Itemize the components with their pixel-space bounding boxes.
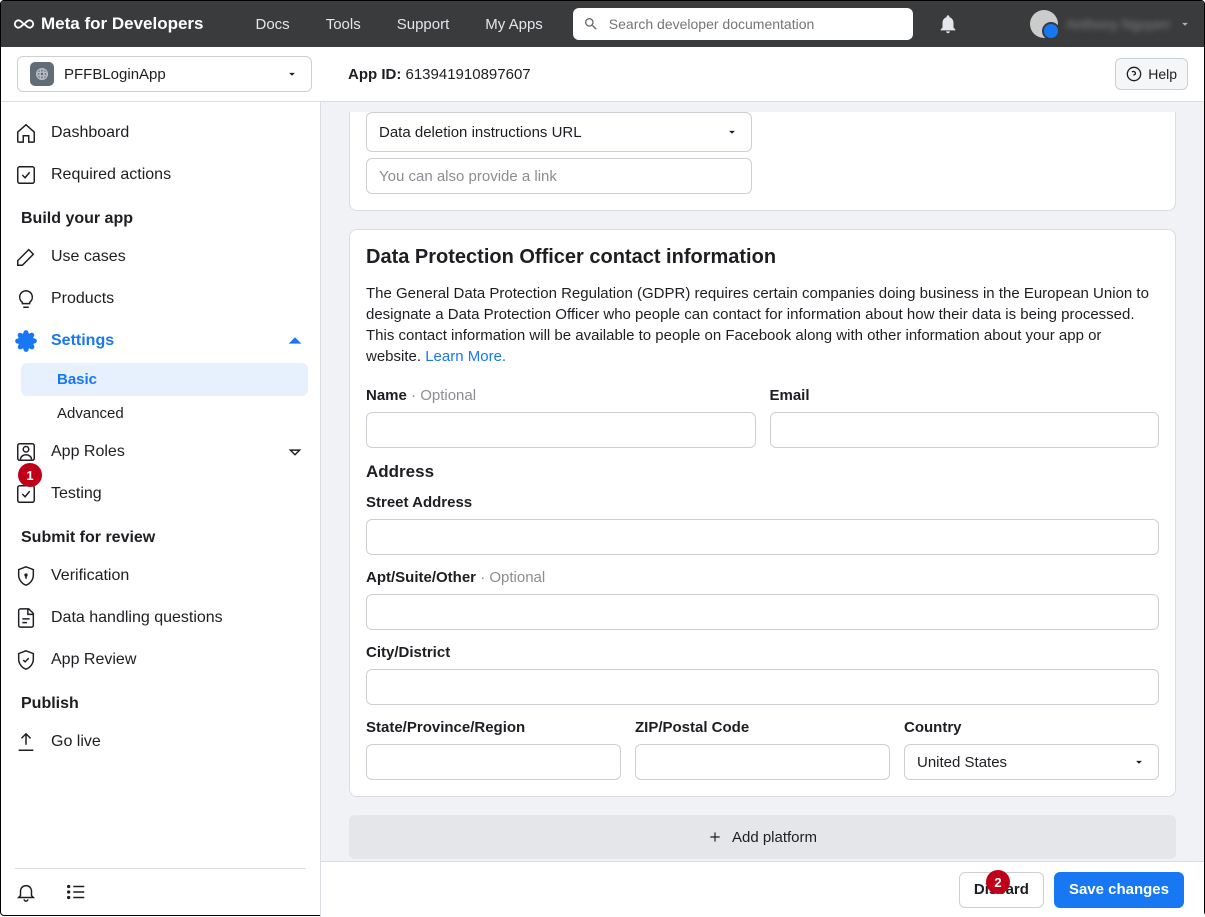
card-data-deletion: Data deletion instructions URL <box>349 112 1176 211</box>
city-label: City/District <box>366 644 1159 661</box>
sidebar-item-required[interactable]: Required actions <box>1 154 320 196</box>
search-icon <box>583 16 599 32</box>
lightbulb-icon <box>15 288 37 310</box>
country-label: Country <box>904 719 1159 736</box>
apt-input[interactable] <box>366 594 1159 630</box>
street-input[interactable] <box>366 519 1159 555</box>
brand-text: Meta for Developers <box>41 14 204 34</box>
app-name: PFFBLoginApp <box>64 66 275 83</box>
meta-infinity-icon <box>13 13 35 35</box>
chevron-down-icon <box>1132 755 1146 769</box>
save-changes-button[interactable]: Save changes <box>1054 872 1184 908</box>
apt-label: Apt/Suite/Other · Optional <box>366 569 1159 586</box>
street-label: Street Address <box>366 494 1159 511</box>
app-id: App ID: 613941910897607 <box>348 66 531 83</box>
sidebar-item-settings[interactable]: Settings <box>1 320 320 362</box>
state-label: State/Province/Region <box>366 719 621 736</box>
users-icon <box>15 441 37 463</box>
add-platform-button[interactable]: Add platform <box>349 815 1176 859</box>
city-input[interactable] <box>366 669 1159 705</box>
sidebar-item-golive[interactable]: Go live <box>1 721 320 763</box>
meta-logo[interactable]: Meta for Developers <box>13 13 204 35</box>
sidebar-item-datahandling[interactable]: Data handling questions <box>1 597 320 639</box>
country-dropdown[interactable]: United States <box>904 744 1159 780</box>
username: Anthony Nguyen <box>1066 16 1170 32</box>
sidebar: 1 Dashboard Required actions Build your … <box>1 102 321 917</box>
zip-input[interactable] <box>635 744 890 780</box>
upload-icon <box>15 731 37 753</box>
user-menu[interactable]: Anthony Nguyen <box>1030 10 1192 38</box>
help-button[interactable]: Help <box>1115 58 1188 90</box>
chevron-down-icon <box>284 441 306 463</box>
document-icon <box>15 607 37 629</box>
chevron-down-icon <box>1178 17 1192 31</box>
sidebar-item-approles[interactable]: App Roles <box>1 431 320 473</box>
nav-docs[interactable]: Docs <box>242 16 304 33</box>
notifications-icon[interactable] <box>937 13 959 35</box>
chevron-up-icon <box>284 330 306 352</box>
pencil-icon <box>15 246 37 268</box>
sidebar-subitem-basic[interactable]: Basic <box>21 363 308 396</box>
app-header: PFFBLoginApp App ID: 613941910897607 Hel… <box>1 47 1204 102</box>
plus-icon <box>708 830 722 844</box>
learn-more-link[interactable]: Learn More. <box>425 348 506 365</box>
check-square-icon <box>15 164 37 186</box>
nav-myapps[interactable]: My Apps <box>471 16 557 33</box>
state-input[interactable] <box>366 744 621 780</box>
sidebar-item-usecases[interactable]: Use cases <box>1 236 320 278</box>
sidebar-item-testing[interactable]: Testing <box>1 473 320 515</box>
sidebar-item-verification[interactable]: Verification <box>1 555 320 597</box>
bell-outline-icon[interactable] <box>15 881 37 903</box>
shield-check-icon <box>15 649 37 671</box>
dpo-title: Data Protection Officer contact informat… <box>366 246 1159 269</box>
search-input[interactable] <box>609 16 903 32</box>
topbar: Meta for Developers Docs Tools Support M… <box>1 1 1204 47</box>
search-box[interactable] <box>573 8 913 40</box>
footer-bar: Discard Save changes <box>321 861 1204 917</box>
zip-label: ZIP/Postal Code <box>635 719 890 736</box>
sidebar-heading-publish: Publish <box>1 681 320 721</box>
app-selector[interactable]: PFFBLoginApp <box>17 56 312 92</box>
sidebar-item-dashboard[interactable]: Dashboard <box>1 112 320 154</box>
card-dpo: Data Protection Officer contact informat… <box>349 229 1176 797</box>
nav-support[interactable]: Support <box>383 16 464 33</box>
sidebar-heading-build: Build your app <box>1 196 320 236</box>
sidebar-item-products[interactable]: Products <box>1 278 320 320</box>
email-label: Email <box>770 387 1160 404</box>
nav-tools[interactable]: Tools <box>312 16 375 33</box>
sidebar-item-appreview[interactable]: App Review <box>1 639 320 681</box>
avatar <box>1030 10 1058 38</box>
list-icon[interactable] <box>65 881 87 903</box>
main-content: 2 Data deletion instructions URL Data Pr… <box>321 102 1204 917</box>
address-title: Address <box>366 462 1159 482</box>
annotation-badge-1: 1 <box>18 463 42 487</box>
chevron-down-icon <box>285 67 299 81</box>
data-deletion-dropdown[interactable]: Data deletion instructions URL <box>366 112 752 152</box>
help-icon <box>1126 66 1142 82</box>
annotation-badge-2: 2 <box>986 870 1010 894</box>
shield-lock-icon <box>15 565 37 587</box>
name-input[interactable] <box>366 412 756 448</box>
dpo-description: The General Data Protection Regulation (… <box>366 283 1159 367</box>
chevron-down-icon <box>725 125 739 139</box>
gear-icon <box>15 330 37 352</box>
name-label: Name · Optional <box>366 387 756 404</box>
app-icon <box>30 62 54 86</box>
sidebar-subitem-advanced[interactable]: Advanced <box>21 397 308 430</box>
sidebar-heading-submit: Submit for review <box>1 515 320 555</box>
home-icon <box>15 122 37 144</box>
data-deletion-link-input[interactable] <box>366 158 752 194</box>
email-input[interactable] <box>770 412 1160 448</box>
